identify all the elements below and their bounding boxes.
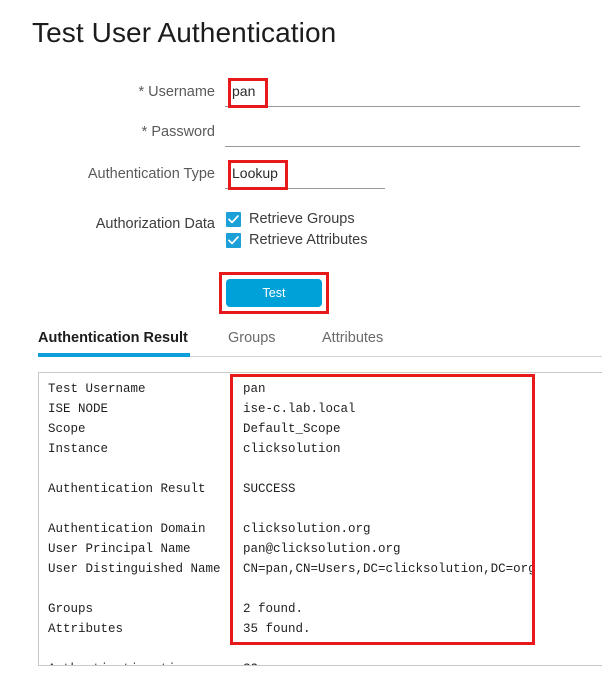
authorization-data-checkbox-group: Retrieve Groups Retrieve Attributes (226, 210, 367, 252)
tab-authentication-result[interactable]: Authentication Result (38, 328, 188, 348)
authentication-result-text: Test Username : pan ISE NODE : ise-c.lab… (48, 382, 536, 665)
checkbox-retrieve-groups[interactable] (226, 212, 241, 227)
authentication-type-underline (225, 188, 385, 189)
tab-active-indicator (38, 353, 190, 357)
checkbox-retrieve-attributes[interactable] (226, 233, 241, 248)
form-row-password: * Password (0, 118, 602, 156)
checkbox-label-retrieve-groups: Retrieve Groups (249, 211, 355, 227)
form-row-authentication-type: Authentication Type Lookup (0, 160, 602, 198)
form-row-authorization-data: Authorization Data Retrieve Groups Retri… (0, 210, 602, 248)
checkmark-icon (228, 236, 239, 245)
password-label: * Password (141, 124, 215, 140)
checkbox-row-retrieve-attributes[interactable]: Retrieve Attributes (226, 231, 367, 250)
password-underline (225, 146, 580, 147)
tab-attributes[interactable]: Attributes (322, 328, 383, 348)
page-title: Test User Authentication (32, 17, 337, 48)
tab-groups[interactable]: Groups (228, 328, 276, 348)
authentication-type-label: Authentication Type (87, 166, 215, 182)
test-button[interactable]: Test (226, 279, 322, 307)
checkmark-icon (228, 215, 239, 224)
username-underline (225, 106, 580, 107)
checkbox-row-retrieve-groups[interactable]: Retrieve Groups (226, 210, 367, 229)
form-row-username: * Username pan (0, 78, 602, 116)
authentication-type-select[interactable]: Lookup (232, 162, 278, 184)
checkbox-label-retrieve-attributes: Retrieve Attributes (249, 232, 368, 248)
username-label: * Username (138, 84, 215, 100)
authentication-result-panel: Test Username : pan ISE NODE : ise-c.lab… (38, 372, 602, 666)
username-input[interactable]: pan (232, 80, 255, 102)
authorization-data-label: Authorization Data (95, 216, 215, 232)
